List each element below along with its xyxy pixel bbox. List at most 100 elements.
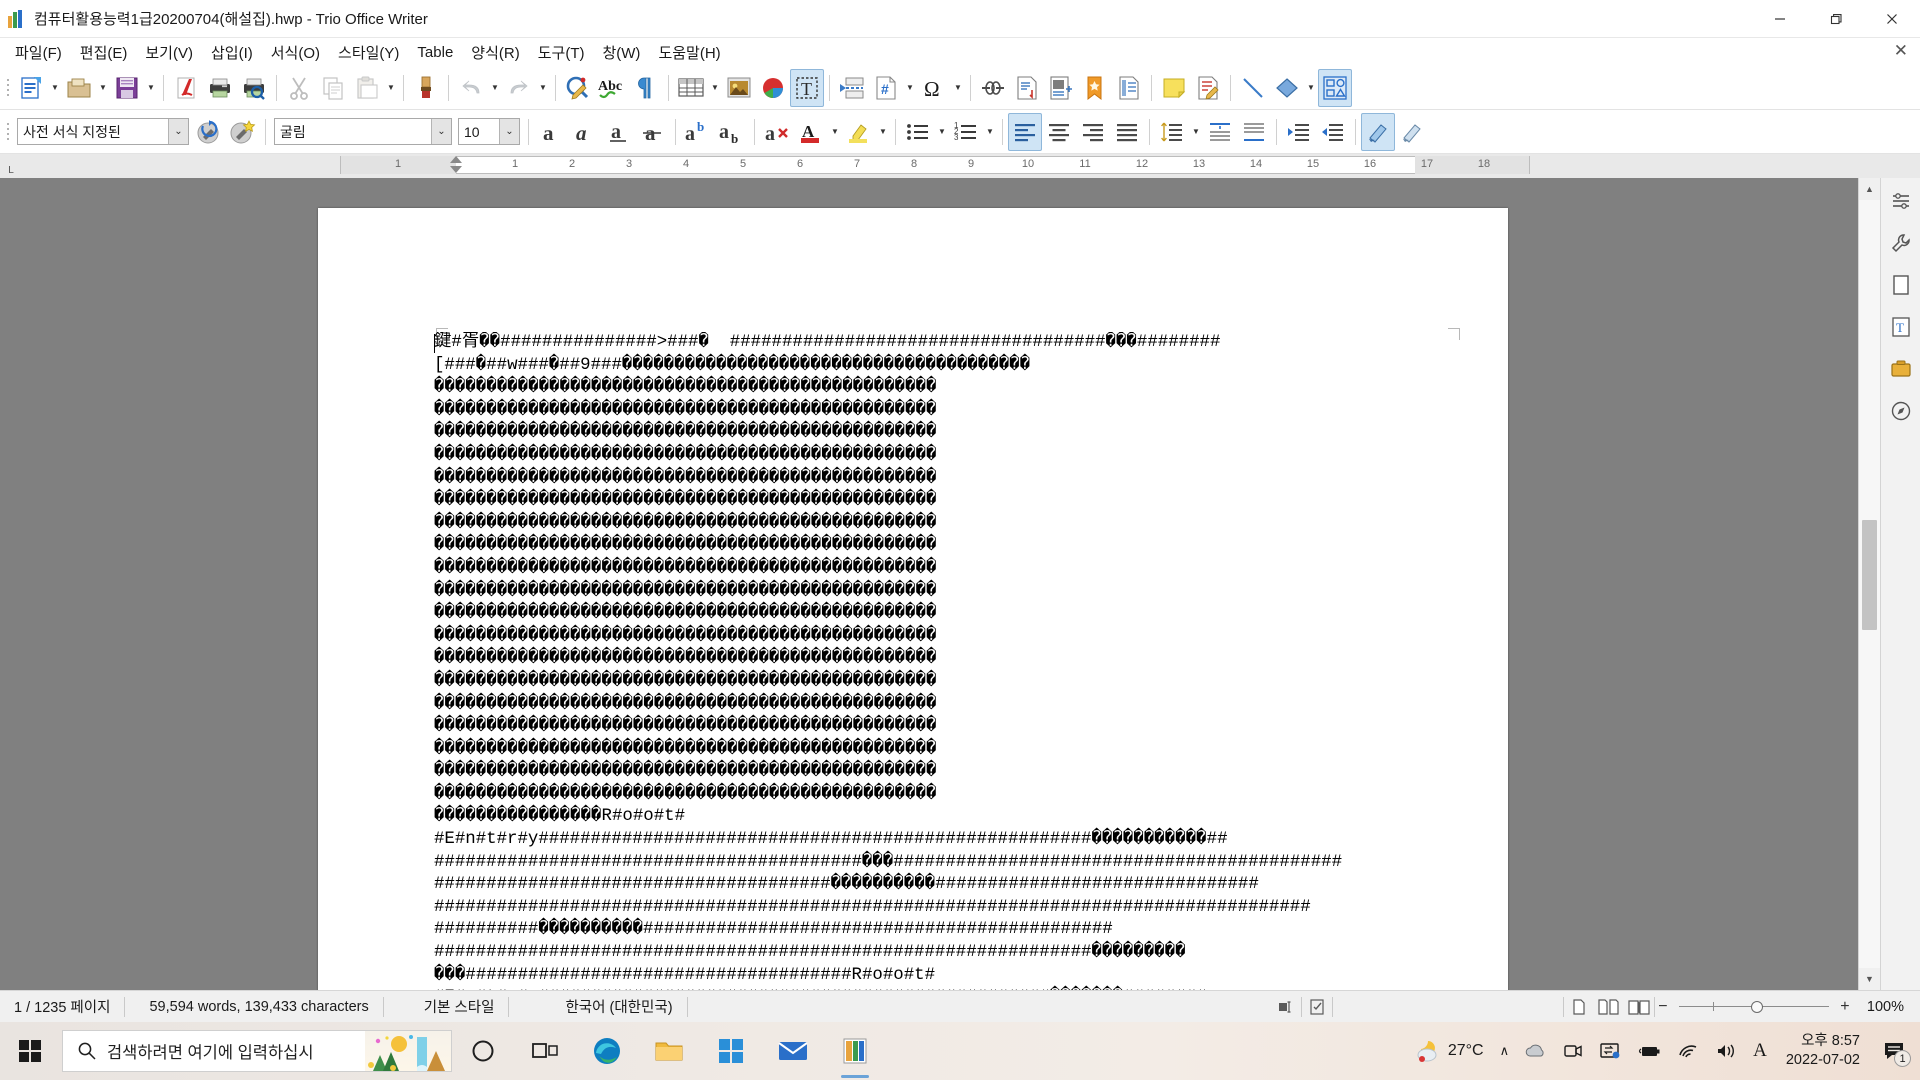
paragraph-style-dropdown-arrow[interactable]: ⌄ <box>168 119 188 144</box>
clone-formatting-button[interactable] <box>409 69 443 107</box>
show-hidden-icons-button[interactable]: ∧ <box>1493 1022 1517 1080</box>
undo-dropdown[interactable]: ▼ <box>488 69 502 107</box>
left-indent-marker[interactable] <box>450 166 462 173</box>
basic-shapes-dropdown[interactable]: ▼ <box>1304 69 1318 107</box>
horizontal-ruler[interactable]: 1 1 2 3 4 5 6 7 8 9 10 11 12 13 14 15 16… <box>22 154 1920 178</box>
increase-indent-button[interactable] <box>1282 113 1316 151</box>
new-style-button[interactable] <box>226 113 260 151</box>
paragraph-spacing-below-button[interactable] <box>1237 113 1271 151</box>
decrease-indent-button[interactable] <box>1316 113 1350 151</box>
undo-button[interactable] <box>454 69 488 107</box>
zoom-level[interactable]: 100% <box>1853 996 1920 1018</box>
new-document-dropdown[interactable]: ▼ <box>48 69 62 107</box>
menu-form[interactable]: 양식(R) <box>462 39 528 66</box>
minimize-button[interactable] <box>1752 0 1808 38</box>
vertical-scroll-thumb[interactable] <box>1862 520 1877 630</box>
vertical-scroll-track[interactable] <box>1859 200 1880 968</box>
formatting-marks-button[interactable] <box>629 69 663 107</box>
taskbar-cortana-icon[interactable] <box>452 1022 514 1080</box>
menu-view[interactable]: 보기(V) <box>136 39 202 66</box>
save-document-dropdown[interactable]: ▼ <box>144 69 158 107</box>
wifi-tray-icon[interactable] <box>1670 1022 1706 1080</box>
start-button[interactable] <box>0 1022 60 1080</box>
insert-field-button[interactable]: # <box>869 69 903 107</box>
update-style-button[interactable] <box>192 113 226 151</box>
line-spacing-button[interactable] <box>1155 113 1189 151</box>
font-size-dropdown-arrow[interactable]: ⌄ <box>499 119 519 144</box>
screen-share-tray-icon[interactable] <box>1592 1022 1628 1080</box>
paragraph-style-combo[interactable]: 사전 서식 지정된 ⌄ <box>17 118 189 145</box>
formatting-toolbar-grip[interactable] <box>4 117 12 147</box>
taskbar-task-view-icon[interactable] <box>514 1022 576 1080</box>
font-color-button[interactable]: A <box>794 113 828 151</box>
menu-format[interactable]: 서식(O) <box>262 39 329 66</box>
zoom-in-button[interactable]: + <box>1837 998 1853 1016</box>
taskbar-file-explorer-icon[interactable] <box>638 1022 700 1080</box>
print-button[interactable] <box>203 69 237 107</box>
paragraph-spacing-above-button[interactable] <box>1203 113 1237 151</box>
insert-field-dropdown[interactable]: ▼ <box>903 69 917 107</box>
maximize-restore-button[interactable] <box>1808 0 1864 38</box>
selection-mode-icon[interactable] <box>1271 995 1301 1019</box>
word-count[interactable]: 59,594 words, 139,433 characters <box>125 996 382 1018</box>
character-highlighting-button[interactable] <box>1361 112 1395 151</box>
zoom-slider-knob[interactable] <box>1750 1000 1763 1013</box>
align-justified-button[interactable] <box>1110 113 1144 151</box>
document-modified-icon[interactable] <box>1302 995 1332 1019</box>
insert-hyperlink-button[interactable] <box>976 69 1010 107</box>
insert-text-box-button[interactable]: T <box>790 68 824 107</box>
strikethrough-button[interactable]: a <box>636 113 670 151</box>
bold-button[interactable]: a <box>534 113 568 151</box>
first-line-indent-marker[interactable] <box>450 156 462 163</box>
unordered-list-button[interactable] <box>901 113 935 151</box>
battery-tray-icon[interactable] <box>1630 1022 1668 1080</box>
multi-page-view-icon[interactable] <box>1594 995 1624 1019</box>
sidebar-properties-icon[interactable] <box>1884 226 1918 260</box>
scroll-up-button[interactable]: ▲ <box>1859 178 1880 200</box>
close-button[interactable] <box>1864 0 1920 38</box>
menu-tools[interactable]: 도구(T) <box>529 39 594 66</box>
document-text[interactable]: 鍵#胥��###############>###� ##############… <box>434 332 1494 990</box>
basic-shapes-button[interactable] <box>1270 69 1304 107</box>
notifications-button[interactable]: 1 <box>1872 1022 1916 1080</box>
insert-bookmark-button[interactable] <box>1078 69 1112 107</box>
menu-styles[interactable]: 스타일(Y) <box>329 39 408 66</box>
clear-formatting-button[interactable]: a <box>760 113 794 151</box>
insert-cross-reference-button[interactable] <box>1112 69 1146 107</box>
insert-table-dropdown[interactable]: ▼ <box>708 69 722 107</box>
insert-comment-button[interactable] <box>1157 69 1191 107</box>
insert-table-button[interactable] <box>674 69 708 107</box>
redo-dropdown[interactable]: ▼ <box>536 69 550 107</box>
insert-image-button[interactable] <box>722 69 756 107</box>
menu-insert[interactable]: 삽입(I) <box>202 39 262 66</box>
line-spacing-dropdown[interactable]: ▼ <box>1189 113 1203 151</box>
copy-button[interactable] <box>316 69 350 107</box>
close-document-button[interactable]: ✕ <box>1894 41 1908 61</box>
export-pdf-button[interactable] <box>169 69 203 107</box>
taskbar-mail-icon[interactable] <box>762 1022 824 1080</box>
taskbar-search-box[interactable]: 검색하려면 여기에 입력하십시 <box>62 1030 452 1072</box>
menu-window[interactable]: 창(W) <box>593 39 649 66</box>
single-page-view-icon[interactable] <box>1564 995 1594 1019</box>
cut-button[interactable] <box>282 69 316 107</box>
document-scroll-area[interactable]: 鍵#胥��###############>###� ##############… <box>0 178 1858 990</box>
insert-chart-button[interactable] <box>756 69 790 107</box>
book-view-icon[interactable] <box>1624 995 1654 1019</box>
volume-tray-icon[interactable] <box>1708 1022 1744 1080</box>
taskbar-trio-office-icon[interactable] <box>824 1022 886 1080</box>
taskbar-edge-icon[interactable] <box>576 1022 638 1080</box>
menu-file[interactable]: 파일(F) <box>6 39 71 66</box>
page-style[interactable]: 기본 스타일 <box>384 996 509 1018</box>
taskbar-store-icon[interactable] <box>700 1022 762 1080</box>
font-color-dropdown[interactable]: ▼ <box>828 113 842 151</box>
onedrive-tray-icon[interactable] <box>1518 1022 1554 1080</box>
paragraph-style-brush-button[interactable] <box>1395 113 1429 151</box>
document-page[interactable]: 鍵#胥��###############>###� ##############… <box>318 208 1508 990</box>
highlight-color-dropdown[interactable]: ▼ <box>876 113 890 151</box>
camera-tray-icon[interactable] <box>1556 1022 1590 1080</box>
italic-button[interactable]: a <box>568 113 602 151</box>
insert-special-character-dropdown[interactable]: ▼ <box>951 69 965 107</box>
find-and-replace-button[interactable] <box>561 69 595 107</box>
ordered-list-dropdown[interactable]: ▼ <box>983 113 997 151</box>
align-right-button[interactable] <box>1076 113 1110 151</box>
